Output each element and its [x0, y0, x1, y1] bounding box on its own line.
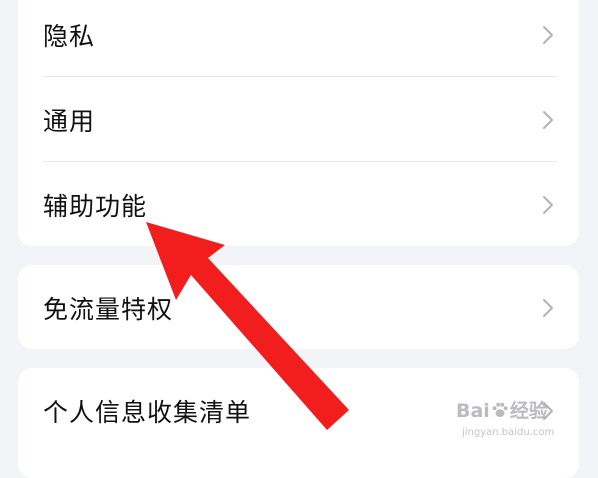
watermark-brand-right: 经验 [509, 400, 548, 422]
settings-item-general[interactable]: 通用 [18, 77, 579, 162]
chevron-right-icon [543, 298, 553, 317]
settings-item-label: 个人信息收集清单 [43, 397, 252, 427]
watermark-url: jingyan.baidu.com [462, 427, 555, 438]
settings-group-2: 免流量特权 [18, 265, 579, 349]
settings-item-label: 隐私 [43, 21, 96, 51]
settings-group-1: 隐私 通用 辅助功能 [18, 0, 579, 246]
chevron-right-icon [543, 195, 553, 214]
chevron-right-icon [543, 110, 553, 129]
settings-item-accessibility[interactable]: 辅助功能 [18, 162, 579, 247]
settings-item-label: 免流量特权 [43, 294, 174, 324]
settings-item-label: 通用 [43, 106, 96, 136]
settings-item-privacy[interactable]: 隐私 [18, 0, 579, 77]
settings-item-data-free[interactable]: 免流量特权 [18, 265, 579, 350]
baidu-paw-icon [492, 402, 508, 417]
settings-item-label: 辅助功能 [43, 191, 148, 221]
watermark-brand-left: Bai [456, 400, 490, 422]
settings-group-3: 个人信息收集清单 [18, 368, 579, 478]
chevron-right-icon [543, 25, 553, 44]
baidu-watermark: Bai 经验 [456, 396, 548, 423]
